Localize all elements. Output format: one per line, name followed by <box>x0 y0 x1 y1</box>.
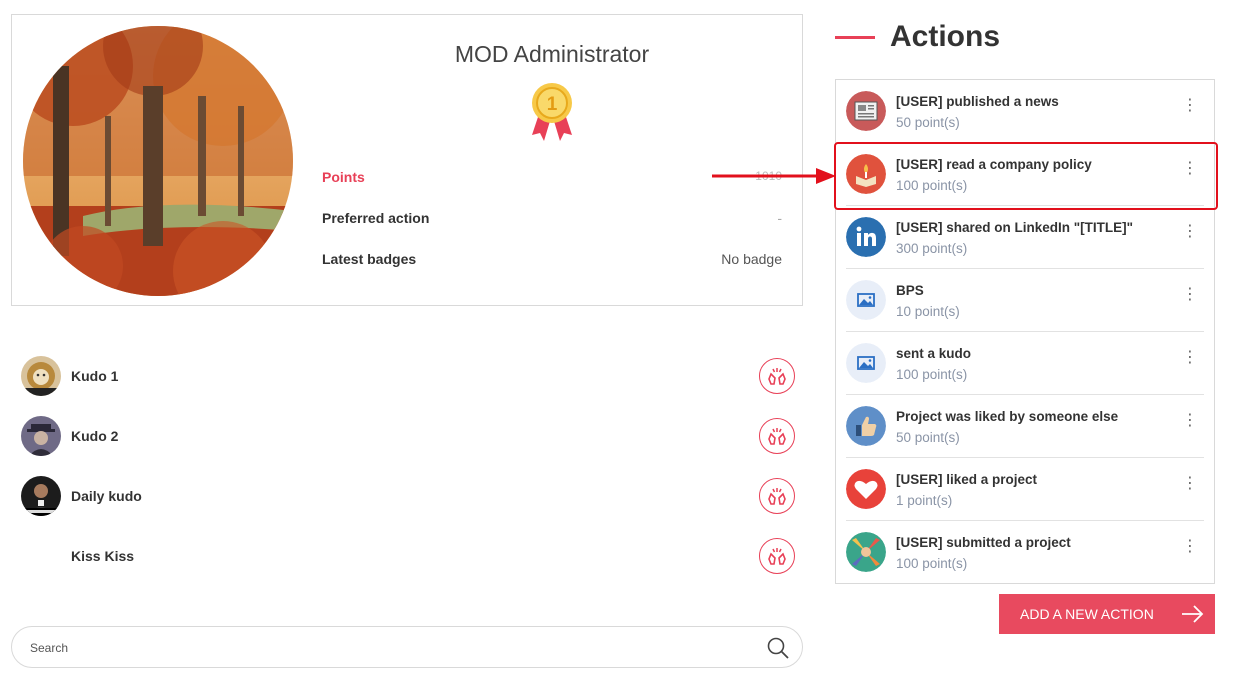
image-icon <box>846 343 886 383</box>
send-kudo-button[interactable] <box>759 538 795 574</box>
action-title: BPS <box>896 283 924 298</box>
thumbs-up-icon <box>846 406 886 446</box>
team-hands-icon <box>846 532 886 572</box>
stat-label: Latest badges <box>322 251 417 267</box>
more-options-icon[interactable]: ⋮ <box>1182 411 1198 431</box>
more-options-icon[interactable]: ⋮ <box>1182 285 1198 305</box>
good-job-avatar <box>21 476 61 516</box>
send-kudo-button[interactable] <box>759 418 795 454</box>
search-bar <box>11 626 803 668</box>
search-icon[interactable] <box>766 636 790 660</box>
stat-label: Points <box>322 169 365 185</box>
more-options-icon[interactable]: ⋮ <box>1182 537 1198 557</box>
stat-value: - <box>777 210 782 226</box>
action-item[interactable]: Project was liked by someone else 50 poi… <box>846 395 1204 458</box>
clapping-hands-icon <box>768 548 786 565</box>
kudo-name: Kiss Kiss <box>71 548 135 564</box>
highlight-annotation <box>834 142 1218 210</box>
clapping-hands-icon <box>768 488 786 505</box>
kudo-item: Kiss Kiss <box>20 536 795 578</box>
action-item[interactable]: [USER] shared on LinkedIn "[TITLE]" 300 … <box>846 206 1204 269</box>
action-title: [USER] published a news <box>896 94 1059 109</box>
add-new-action-button[interactable]: ADD A NEW ACTION <box>999 594 1215 634</box>
action-title: [USER] liked a project <box>896 472 1038 487</box>
kudo-item: Kudo 1 <box>20 356 795 398</box>
clapping-hands-icon <box>768 368 786 385</box>
image-icon <box>846 280 886 320</box>
person-hat-avatar <box>21 416 61 456</box>
profile-name: MOD Administrator <box>454 41 650 67</box>
more-options-icon[interactable]: ⋮ <box>1182 348 1198 368</box>
action-item[interactable]: [USER] liked a project 1 point(s) ⋮ <box>846 458 1204 521</box>
kudo-name: Daily kudo <box>71 488 142 504</box>
send-kudo-button[interactable] <box>759 478 795 514</box>
svg-text:1: 1 <box>547 94 558 115</box>
action-title: Project was liked by someone else <box>896 409 1119 424</box>
action-points: 10 point(s) <box>896 304 960 319</box>
action-points: 300 point(s) <box>896 241 968 256</box>
clapping-hands-icon <box>768 428 786 445</box>
stat-label: Preferred action <box>322 210 430 226</box>
profile-card: MOD Administrator 1 Points 1010 Preferre… <box>11 14 803 306</box>
action-title: [USER] submitted a project <box>896 535 1071 550</box>
header-accent-rule <box>835 36 875 39</box>
stat-latest-badges: Latest badges No badge <box>322 251 782 271</box>
newspaper-icon <box>846 91 886 131</box>
kudo-item: Daily kudo <box>20 476 795 518</box>
stat-value: No badge <box>721 251 782 267</box>
action-points: 100 point(s) <box>896 556 968 571</box>
add-new-action-label: ADD A NEW ACTION <box>1020 606 1154 622</box>
more-options-icon[interactable]: ⋮ <box>1182 474 1198 494</box>
action-points: 100 point(s) <box>896 367 968 382</box>
more-options-icon[interactable]: ⋮ <box>1182 96 1198 116</box>
action-item[interactable]: BPS 10 point(s) ⋮ <box>846 269 1204 332</box>
annotation-arrow-icon <box>712 168 836 184</box>
actions-title: Actions <box>890 20 1001 53</box>
action-points: 50 point(s) <box>896 115 960 130</box>
action-item[interactable]: [USER] submitted a project 100 point(s) … <box>846 521 1204 584</box>
action-title: sent a kudo <box>896 346 972 361</box>
profile-photo <box>23 26 293 296</box>
arrow-right-icon <box>1182 605 1204 623</box>
heart-icon <box>846 469 886 509</box>
lion-avatar <box>21 356 61 396</box>
action-item[interactable]: sent a kudo 100 point(s) ⋮ <box>846 332 1204 395</box>
more-options-icon[interactable]: ⋮ <box>1182 222 1198 242</box>
action-points: 50 point(s) <box>896 430 960 445</box>
rank-medal-icon: 1 <box>530 81 574 143</box>
action-item[interactable]: [USER] published a news 50 point(s) ⋮ <box>846 80 1204 143</box>
action-points: 1 point(s) <box>896 493 953 508</box>
linkedin-icon <box>846 217 886 257</box>
action-title: [USER] shared on LinkedIn "[TITLE]" <box>896 220 1134 235</box>
send-kudo-button[interactable] <box>759 358 795 394</box>
kudo-name: Kudo 1 <box>71 368 119 384</box>
kudo-item: Kudo 2 <box>20 416 795 458</box>
stat-preferred-action: Preferred action - <box>322 210 782 230</box>
kudo-name: Kudo 2 <box>71 428 119 444</box>
search-input[interactable] <box>30 637 730 659</box>
